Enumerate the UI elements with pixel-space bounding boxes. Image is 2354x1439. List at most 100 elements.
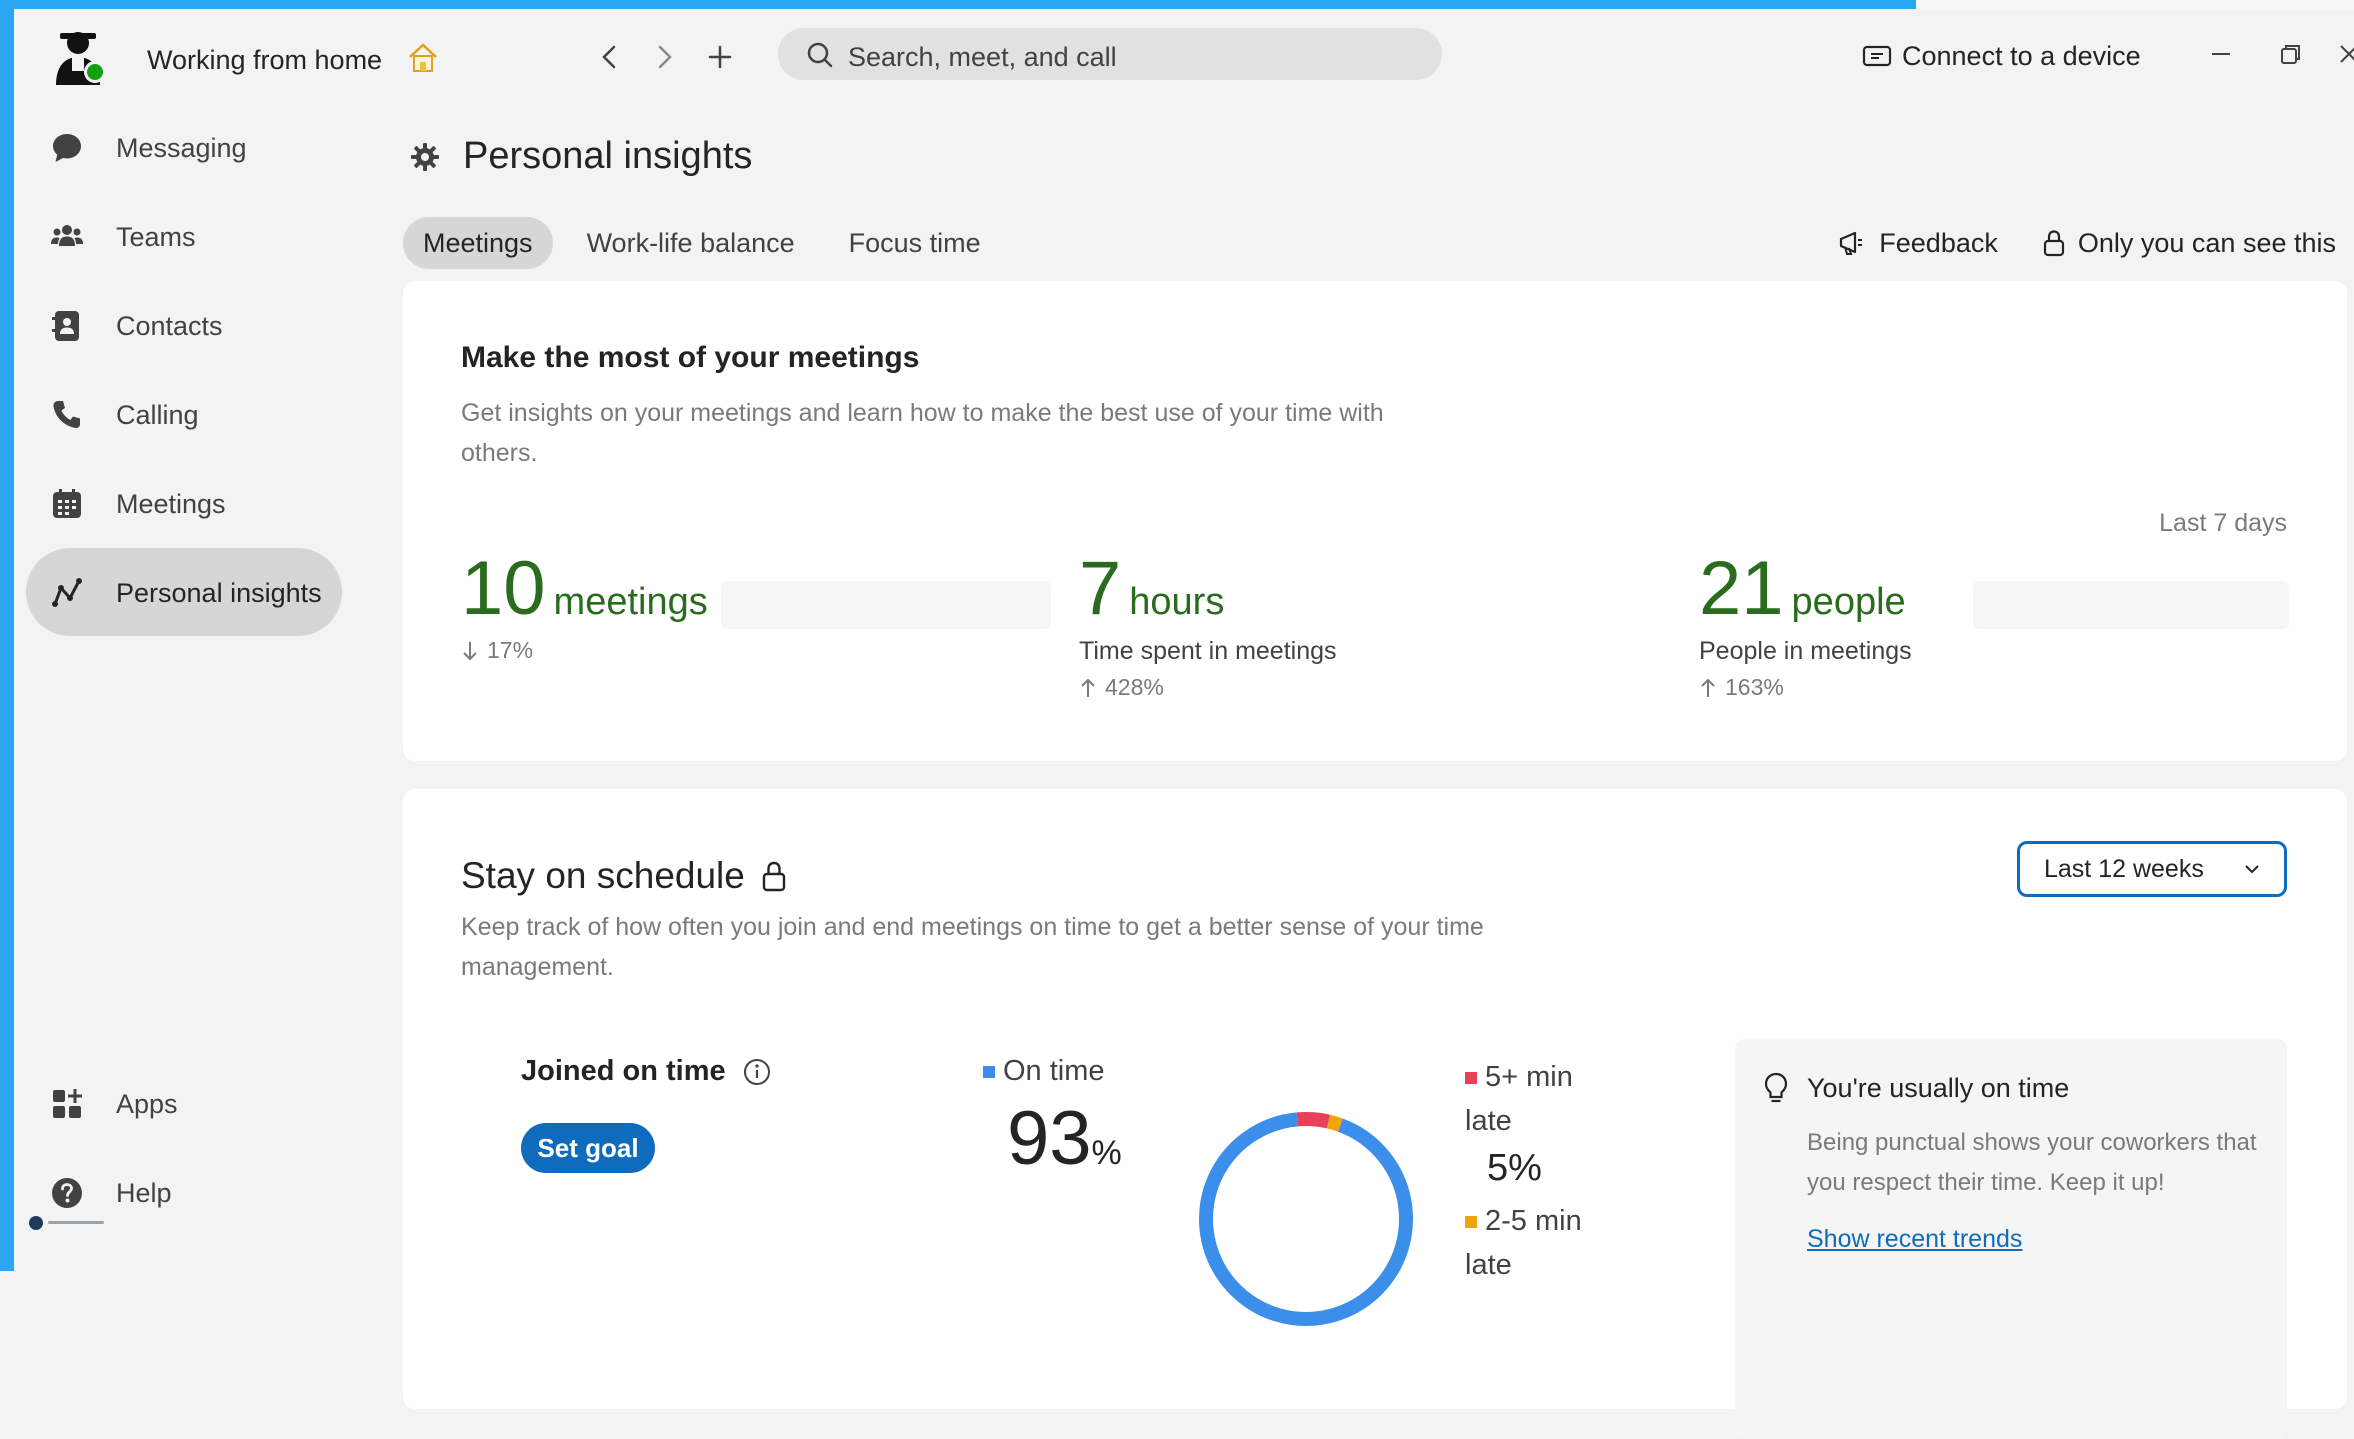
privacy-label: Only you can see this xyxy=(2077,227,2336,258)
metric-change-value: 17% xyxy=(487,637,534,663)
sidebar-item-teams[interactable]: Teams xyxy=(26,192,342,280)
page-header: Personal insights xyxy=(409,135,752,178)
legend-swatch xyxy=(1465,1216,1477,1229)
on-time-unit: % xyxy=(1091,1134,1122,1172)
metric-change-value: 163% xyxy=(1725,674,1784,700)
legend-2-5-late: 2-5 min late xyxy=(1465,1199,1615,1287)
card-description: Get insights on your meetings and learn … xyxy=(461,399,1384,467)
lock-icon xyxy=(762,861,786,892)
sidebar-item-label: Apps xyxy=(116,1089,178,1119)
metric-change: 17% xyxy=(461,637,708,664)
home-icon xyxy=(409,43,437,72)
sidebar-item-apps[interactable]: Apps xyxy=(26,1059,342,1147)
sidebar-item-label: Help xyxy=(116,1178,172,1208)
calendar-icon xyxy=(53,489,81,518)
sidebar-item-label: Messaging xyxy=(116,133,247,163)
metric-change: 163% xyxy=(1699,674,1912,701)
metric-people: 21 people People in meetings 163% xyxy=(1699,549,1912,701)
lightbulb-icon xyxy=(1764,1072,1788,1103)
metric-sparkline-placeholder xyxy=(1973,581,2289,629)
period-label: Last 7 days xyxy=(2159,509,2287,537)
legend-2-5-label: 2-5 min late xyxy=(1465,1205,1582,1281)
sidebar-item-contacts[interactable]: Contacts xyxy=(26,281,342,369)
set-goal-button[interactable]: Set goal xyxy=(521,1123,655,1173)
brand-mark xyxy=(28,1215,108,1231)
range-dropdown[interactable]: Last 12 weeks xyxy=(2017,841,2287,897)
sidebar-item-label: Personal insights xyxy=(116,578,322,608)
late-5-plus-value: 5% xyxy=(1487,1147,1542,1189)
sidebar-item-label: Meetings xyxy=(116,489,226,519)
metric-change: 428% xyxy=(1079,674,1337,701)
sidebar-item-calling[interactable]: Calling xyxy=(26,370,342,458)
brand-logo-icon xyxy=(29,1216,104,1230)
main-content: Personal insights Meetings Work-life bal… xyxy=(389,99,2347,1439)
back-icon[interactable] xyxy=(592,39,628,75)
joined-on-time-heading: Joined on time xyxy=(521,1055,772,1088)
phone-icon xyxy=(53,401,80,429)
sidebar-item-personal-insights[interactable]: Personal insights xyxy=(26,548,342,636)
sidebar-item-label: Teams xyxy=(116,222,196,252)
on-time-donut-chart xyxy=(1199,1112,1413,1326)
new-chat-plus-icon[interactable] xyxy=(702,39,738,75)
sidebar-item-messaging[interactable]: Messaging xyxy=(26,103,342,191)
presence-status[interactable]: Working from home xyxy=(147,45,382,76)
apps-icon xyxy=(53,1089,82,1118)
window-frame-top-right xyxy=(1916,0,2354,9)
schedule-description: Keep track of how often you join and end… xyxy=(461,913,1484,981)
meetings-summary-card: Make the most of your meetings Get insig… xyxy=(403,281,2347,761)
tab-bar: Meetings Work-life balance Focus time xyxy=(403,217,1001,269)
forward-icon[interactable] xyxy=(646,39,682,75)
arrow-down-icon xyxy=(463,641,477,660)
avatar[interactable] xyxy=(48,25,108,87)
metric-subtitle: People in meetings xyxy=(1699,637,1912,665)
legend-swatch xyxy=(1465,1072,1477,1085)
teams-app: Working from home Search, meet, and call xyxy=(14,9,2354,1439)
metric-unit: people xyxy=(1791,581,1906,623)
window-frame-left xyxy=(0,0,14,1271)
legend-swatch xyxy=(983,1066,995,1079)
legend-5-plus-late: 5+ min late xyxy=(1465,1055,1615,1143)
restore-icon[interactable] xyxy=(2276,39,2306,69)
connect-device-button[interactable]: Connect to a device xyxy=(1862,41,2141,72)
sidebar-item-meetings[interactable]: Meetings xyxy=(26,459,342,547)
sidebar: Messaging Teams Contacts Calling Meeting… xyxy=(14,99,354,1271)
connect-device-label: Connect to a device xyxy=(1902,41,2141,71)
title-bar: Working from home Search, meet, and call xyxy=(14,9,2354,99)
tab-meetings[interactable]: Meetings xyxy=(403,217,553,269)
show-recent-trends-link[interactable]: Show recent trends xyxy=(1807,1225,2022,1254)
schedule-heading: Stay on schedule xyxy=(461,855,787,897)
metric-value: 21 xyxy=(1699,546,1784,631)
contacts-icon xyxy=(52,311,79,341)
tab-work-life-balance[interactable]: Work-life balance xyxy=(567,217,815,269)
minimize-icon[interactable] xyxy=(2206,39,2236,69)
arrow-up-icon xyxy=(1701,678,1715,697)
info-icon[interactable] xyxy=(742,1057,772,1087)
legend-5-plus-label: 5+ min late xyxy=(1465,1061,1573,1137)
search-icon xyxy=(807,42,833,68)
donut-slice-2-5-min-late xyxy=(1199,1112,1413,1326)
settings-gear-icon[interactable] xyxy=(409,141,441,173)
insights-icon xyxy=(52,578,82,607)
tab-focus-time[interactable]: Focus time xyxy=(829,217,1001,269)
metric-sparkline-placeholder xyxy=(721,581,1051,629)
joined-on-time-label: Joined on time xyxy=(521,1055,726,1087)
donut-slice-on-time xyxy=(1199,1112,1413,1326)
on-time-percent: 93% xyxy=(1007,1099,1122,1193)
metric-value: 7 xyxy=(1079,546,1122,631)
presence-dot xyxy=(84,61,106,83)
feedback-button[interactable]: Feedback xyxy=(1837,228,1998,259)
metric-subtitle: Time spent in meetings xyxy=(1079,637,1337,665)
metric-value: 10 xyxy=(461,546,546,631)
legend-on-time: On time xyxy=(983,1055,1105,1088)
feedback-label: Feedback xyxy=(1879,227,1998,258)
privacy-indicator: Only you can see this xyxy=(2042,228,2336,259)
card-heading: Make the most of your meetings xyxy=(461,341,920,374)
close-icon[interactable] xyxy=(2334,39,2354,69)
metric-unit: meetings xyxy=(553,581,708,623)
window-frame-top xyxy=(0,0,1916,9)
search-input[interactable]: Search, meet, and call xyxy=(778,28,1442,80)
arrow-up-icon xyxy=(1081,678,1095,697)
chevron-down-icon xyxy=(2245,865,2259,874)
metric-meetings: 10 meetings 17% xyxy=(461,549,708,664)
legend-on-time-label: On time xyxy=(1003,1055,1105,1087)
